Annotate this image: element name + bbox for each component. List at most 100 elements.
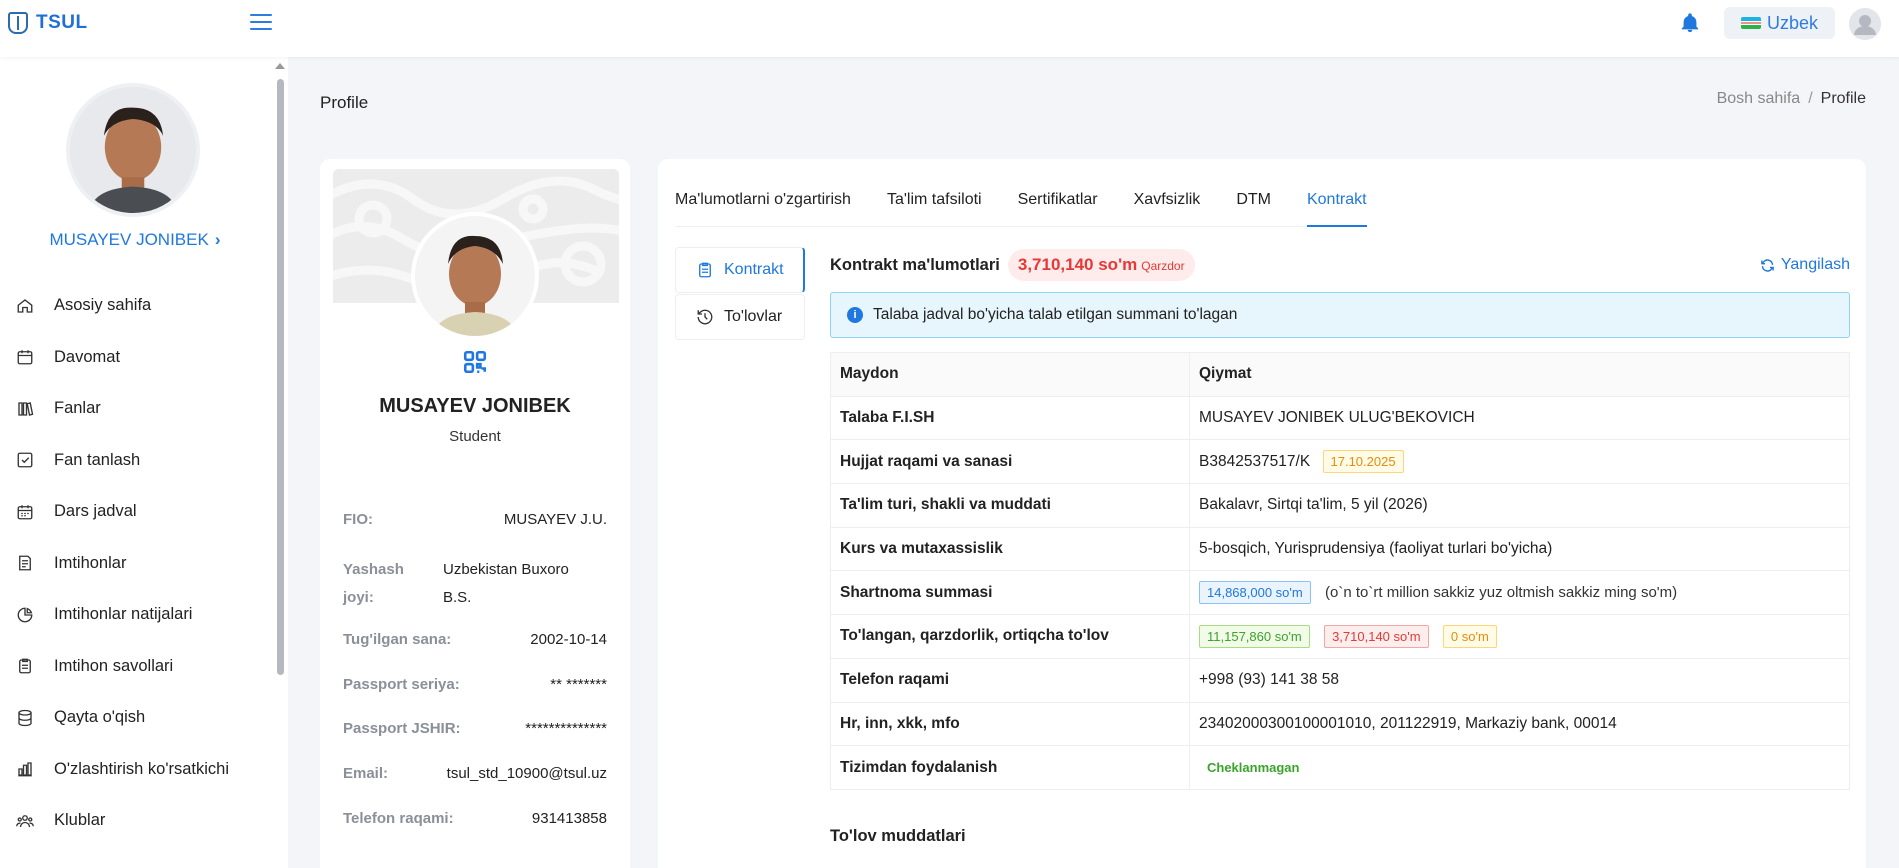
info-label: Email: xyxy=(343,765,389,782)
sidebar-item-imtihonlar[interactable]: Imtihonlar xyxy=(0,538,270,590)
sidebar-item-label: Davomat xyxy=(54,347,121,366)
field-label: Kurs va mutaxassislik xyxy=(830,526,1190,572)
debt-badge: 3,710,140 so'm Qarzdor xyxy=(1007,249,1195,281)
logo[interactable]: TSUL xyxy=(8,12,88,34)
tab-talim-tafsiloti[interactable]: Ta'lim tafsiloti xyxy=(887,189,982,226)
sidebar-item-label: Klublar xyxy=(54,811,106,830)
table-row: Tizimdan foydalanish Cheklanmagan xyxy=(830,745,1850,790)
info-label: Passport seriya: xyxy=(343,676,460,693)
tab-dtm[interactable]: DTM xyxy=(1236,189,1271,226)
sidebar-scrollbar[interactable] xyxy=(277,79,284,675)
sidebar-item-label: Imtihon savollari xyxy=(54,656,174,675)
refresh-button[interactable]: Yangilash xyxy=(1760,256,1850,274)
chevron-right-icon: › xyxy=(214,230,221,249)
info-icon: i xyxy=(847,307,863,323)
refresh-icon xyxy=(1761,258,1774,272)
tab-malumotlarni-ozgartirish[interactable]: Ma'lumotlarni o'zgartirish xyxy=(675,189,851,226)
side-tab-tolovlar[interactable]: To'lovlar xyxy=(675,294,805,340)
menu-toggle-icon[interactable] xyxy=(250,14,272,32)
logo-text: TSUL xyxy=(36,12,88,33)
contract-title: Kontrakt ma'lumotlari xyxy=(830,255,1000,274)
document-date-tag: 17.10.2025 xyxy=(1322,450,1404,474)
field-value: +998 (93) 141 38 58 xyxy=(1189,657,1850,703)
page-title: Profile xyxy=(320,93,369,112)
info-value: ** ******* xyxy=(550,676,607,693)
paid-amount-tag: 11,157,860 so'm xyxy=(1199,624,1310,648)
sidebar-item-imtihon-savollari[interactable]: Imtihon savollari xyxy=(0,641,270,693)
sidebar-user-name[interactable]: MUSAYEV JONIBEK › xyxy=(0,230,270,250)
uzbekistan-flag-icon xyxy=(1740,17,1761,29)
sidebar-menu: Asosiy sahifa Davomat Fanlar Fan tanlash… xyxy=(0,280,270,847)
clipboard-icon xyxy=(699,262,711,278)
calendar-icon xyxy=(17,350,33,365)
user-avatar-icon[interactable] xyxy=(1849,8,1881,40)
database-icon xyxy=(18,709,32,726)
contract-side-tabs: Kontrakt To'lovlar xyxy=(675,247,805,341)
contract-header: Kontrakt ma'lumotlari 3,710,140 so'm Qar… xyxy=(830,247,1850,283)
tab-kontrakt[interactable]: Kontrakt xyxy=(1306,189,1367,227)
breadcrumb-home-link[interactable]: Bosh sahifa xyxy=(1717,90,1801,107)
tab-sertifikatlar[interactable]: Sertifikatlar xyxy=(1018,189,1098,226)
info-alert: i Talaba jadval bo'yicha talab etilgan s… xyxy=(830,292,1850,338)
usage-status: Cheklanmagan xyxy=(1207,759,1300,775)
info-value: ************** xyxy=(525,720,607,737)
table-row: Talaba F.I.SH MUSAYEV JONIBEK ULUG'BEKOV… xyxy=(830,395,1850,441)
qr-code-icon[interactable] xyxy=(462,349,488,375)
sidebar-item-klublar[interactable]: Klublar xyxy=(0,795,270,847)
info-row-tugilgan-sana: Tug'ilgan sana: 2002-10-14 xyxy=(343,631,607,648)
profile-card: MUSAYEV JONIBEK Student FIO: MUSAYEV J.U… xyxy=(320,159,630,868)
info-label: Tug'ilgan sana: xyxy=(343,631,452,648)
info-row-passport-seriya: Passport seriya: ** ******* xyxy=(343,676,607,693)
info-label: Yashash joyi: xyxy=(343,561,404,606)
sidebar-item-davomat[interactable]: Davomat xyxy=(0,332,270,384)
sidebar-item-fanlar[interactable]: Fanlar xyxy=(0,383,270,435)
sidebar: MUSAYEV JONIBEK › Asosiy sahifa Davomat F… xyxy=(0,57,288,868)
history-icon xyxy=(697,309,713,325)
sidebar-item-dars-jadval[interactable]: Dars jadval xyxy=(0,486,270,538)
info-row-telefon: Telefon raqami: 931413858 xyxy=(343,810,607,827)
field-value: 5-bosqich, Yurisprudensiya (faoliyat tur… xyxy=(1189,526,1850,572)
scroll-up-arrow-icon[interactable] xyxy=(275,63,285,69)
bell-icon[interactable] xyxy=(1679,12,1701,34)
table-row: Shartnoma summasi 14,868,000 so'm (o`n t… xyxy=(830,570,1850,616)
table-row: Kurs va mutaxassislik 5-bosqich, Yurispr… xyxy=(830,526,1850,572)
info-value: 931413858 xyxy=(531,810,607,827)
sidebar-item-asosiy-sahifa[interactable]: Asosiy sahifa xyxy=(0,280,270,332)
sidebar-item-imtihonlar-natijalari[interactable]: Imtihonlar natijalari xyxy=(0,589,270,641)
group-icon xyxy=(16,814,34,827)
overpayment-tag: 0 so'm xyxy=(1442,624,1497,648)
language-label: Uzbek xyxy=(1766,12,1819,33)
avatar[interactable] xyxy=(66,83,200,217)
table-row: Ta'lim turi, shakli va muddati Bakalavr,… xyxy=(830,483,1850,528)
field-value: 23402000300100001010, 201122919, Markazi… xyxy=(1189,701,1850,747)
table-row: Telefon raqami +998 (93) 141 38 58 xyxy=(830,657,1850,703)
info-row-passport-jshir: Passport JSHIR: ************** xyxy=(343,720,607,737)
checkbox-icon xyxy=(17,452,33,468)
tab-xavfsizlik[interactable]: Xavfsizlik xyxy=(1134,189,1201,226)
payment-deadlines-title: To'lov muddatlari xyxy=(830,827,966,845)
field-label: Shartnoma summasi xyxy=(830,570,1190,616)
schedule-icon xyxy=(17,505,33,520)
info-label: FIO: xyxy=(343,511,373,528)
table-header: Qiymat xyxy=(1189,352,1850,397)
home-icon xyxy=(17,298,33,313)
info-value: 2002-10-14 xyxy=(530,631,607,648)
breadcrumb: Bosh sahifa / Profile xyxy=(1717,90,1866,108)
alert-text: Talaba jadval bo'yicha talab etilgan sum… xyxy=(873,306,1238,323)
side-tab-kontrakt[interactable]: Kontrakt xyxy=(675,247,805,293)
sidebar-item-ozlashtirish[interactable]: O'zlashtirish ko'rsatkichi xyxy=(0,744,270,796)
field-value: MUSAYEV JONIBEK ULUG'BEKOVICH xyxy=(1189,395,1850,441)
language-selector[interactable]: Uzbek xyxy=(1724,7,1835,39)
info-row-email: Email: tsul_std_10900@tsul.uz xyxy=(343,765,607,782)
contract-sum-tag: 14,868,000 so'm xyxy=(1199,581,1311,605)
field-label: Ta'lim turi, shakli va muddati xyxy=(830,483,1190,528)
sidebar-item-fan-tanlash[interactable]: Fan tanlash xyxy=(0,435,270,487)
top-navbar: TSUL Uzbek xyxy=(0,0,1899,57)
logo-icon xyxy=(8,12,28,34)
field-label: Hujjat raqami va sanasi xyxy=(830,439,1190,485)
table-header-row: Maydon Qiymat xyxy=(830,352,1850,397)
field-value-cell: 11,157,860 so'm 3,710,140 so'm 0 so'm xyxy=(1189,614,1850,659)
sidebar-item-qayta-oqish[interactable]: Qayta o'qish xyxy=(0,692,270,744)
debt-amount: 3,710,140 so'm xyxy=(1017,255,1138,274)
field-value-cell: 14,868,000 so'm (o`n to`rt million sakki… xyxy=(1189,570,1850,616)
